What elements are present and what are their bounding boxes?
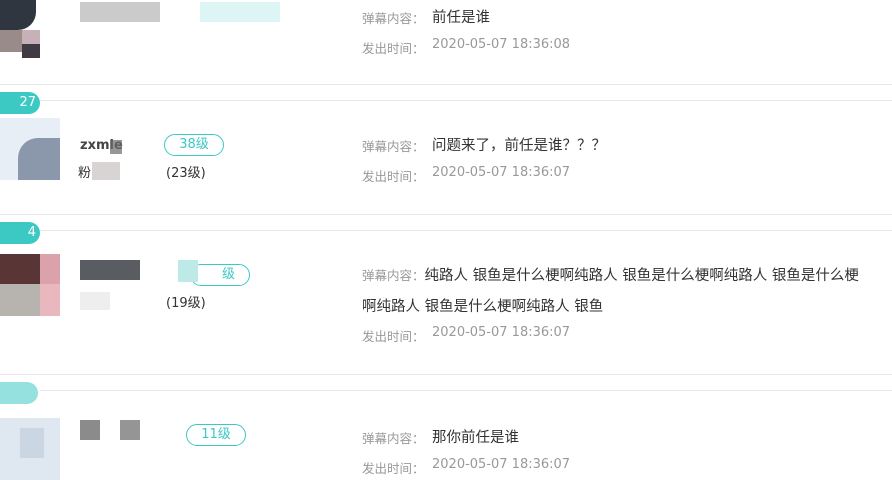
fans-level: (19级) — [166, 296, 206, 311]
user-level-badge: 38级 — [164, 134, 224, 156]
comment-row: 弹幕内容： 前任是谁 发出时间： 2020-05-07 18:36:08 — [0, 0, 892, 86]
divider — [0, 214, 892, 215]
avatar[interactable] — [0, 0, 60, 62]
user-level-badge: 级 — [190, 264, 250, 286]
username-blurred[interactable] — [80, 420, 100, 440]
avatar[interactable] — [0, 254, 60, 316]
avatar[interactable] — [0, 118, 60, 180]
comment-time: 2020-05-07 18:36:08 — [432, 37, 571, 52]
comment-time: 2020-05-07 18:36:07 — [432, 457, 571, 472]
username-blurred[interactable] — [80, 2, 160, 22]
comment-time: 2020-05-07 18:36:07 — [432, 325, 571, 340]
comment-row: 11级 弹幕内容： 那你前任是谁 发出时间： 2020-05-07 18:36:… — [0, 390, 892, 480]
content-label: 弹幕内容： — [362, 431, 425, 446]
divider — [0, 84, 892, 85]
comment-content: 纯路人 银鱼是什么梗啊纯路人 银鱼是什么梗啊纯路人 银鱼是什么梗啊纯路人 银鱼是… — [362, 268, 859, 315]
content-label: 弹幕内容： — [362, 268, 425, 283]
comment-content-block: 弹幕内容：纯路人 银鱼是什么梗啊纯路人 银鱼是什么梗啊纯路人 银鱼是什么梗啊纯路… — [362, 260, 862, 322]
comment-row: 级 (19级) 弹幕内容：纯路人 银鱼是什么梗啊纯路人 银鱼是什么梗啊纯路人 银… — [0, 230, 892, 374]
time-label: 发出时间： — [362, 461, 425, 476]
comment-time: 2020-05-07 18:36:07 — [432, 165, 571, 180]
fans-badge-prefix: 粉 — [78, 166, 92, 181]
comment-content: 那你前任是谁 — [432, 430, 519, 446]
time-label: 发出时间： — [362, 41, 425, 56]
comment-row: zxmle 粉 38级 (23级) 弹幕内容： 问题来了，前任是谁？？？ 发出时… — [0, 100, 892, 214]
avatar[interactable] — [0, 418, 60, 480]
username-blurred[interactable] — [80, 260, 140, 280]
content-label: 弹幕内容： — [362, 139, 425, 154]
content-label: 弹幕内容： — [362, 11, 425, 26]
divider — [0, 374, 892, 375]
comment-content: 问题来了，前任是谁？？？ — [432, 138, 606, 154]
comment-content: 前任是谁 — [432, 10, 490, 26]
time-label: 发出时间： — [362, 329, 425, 344]
fans-level: (23级) — [166, 166, 206, 181]
user-level-badge: 11级 — [186, 424, 246, 446]
time-label: 发出时间： — [362, 169, 425, 184]
